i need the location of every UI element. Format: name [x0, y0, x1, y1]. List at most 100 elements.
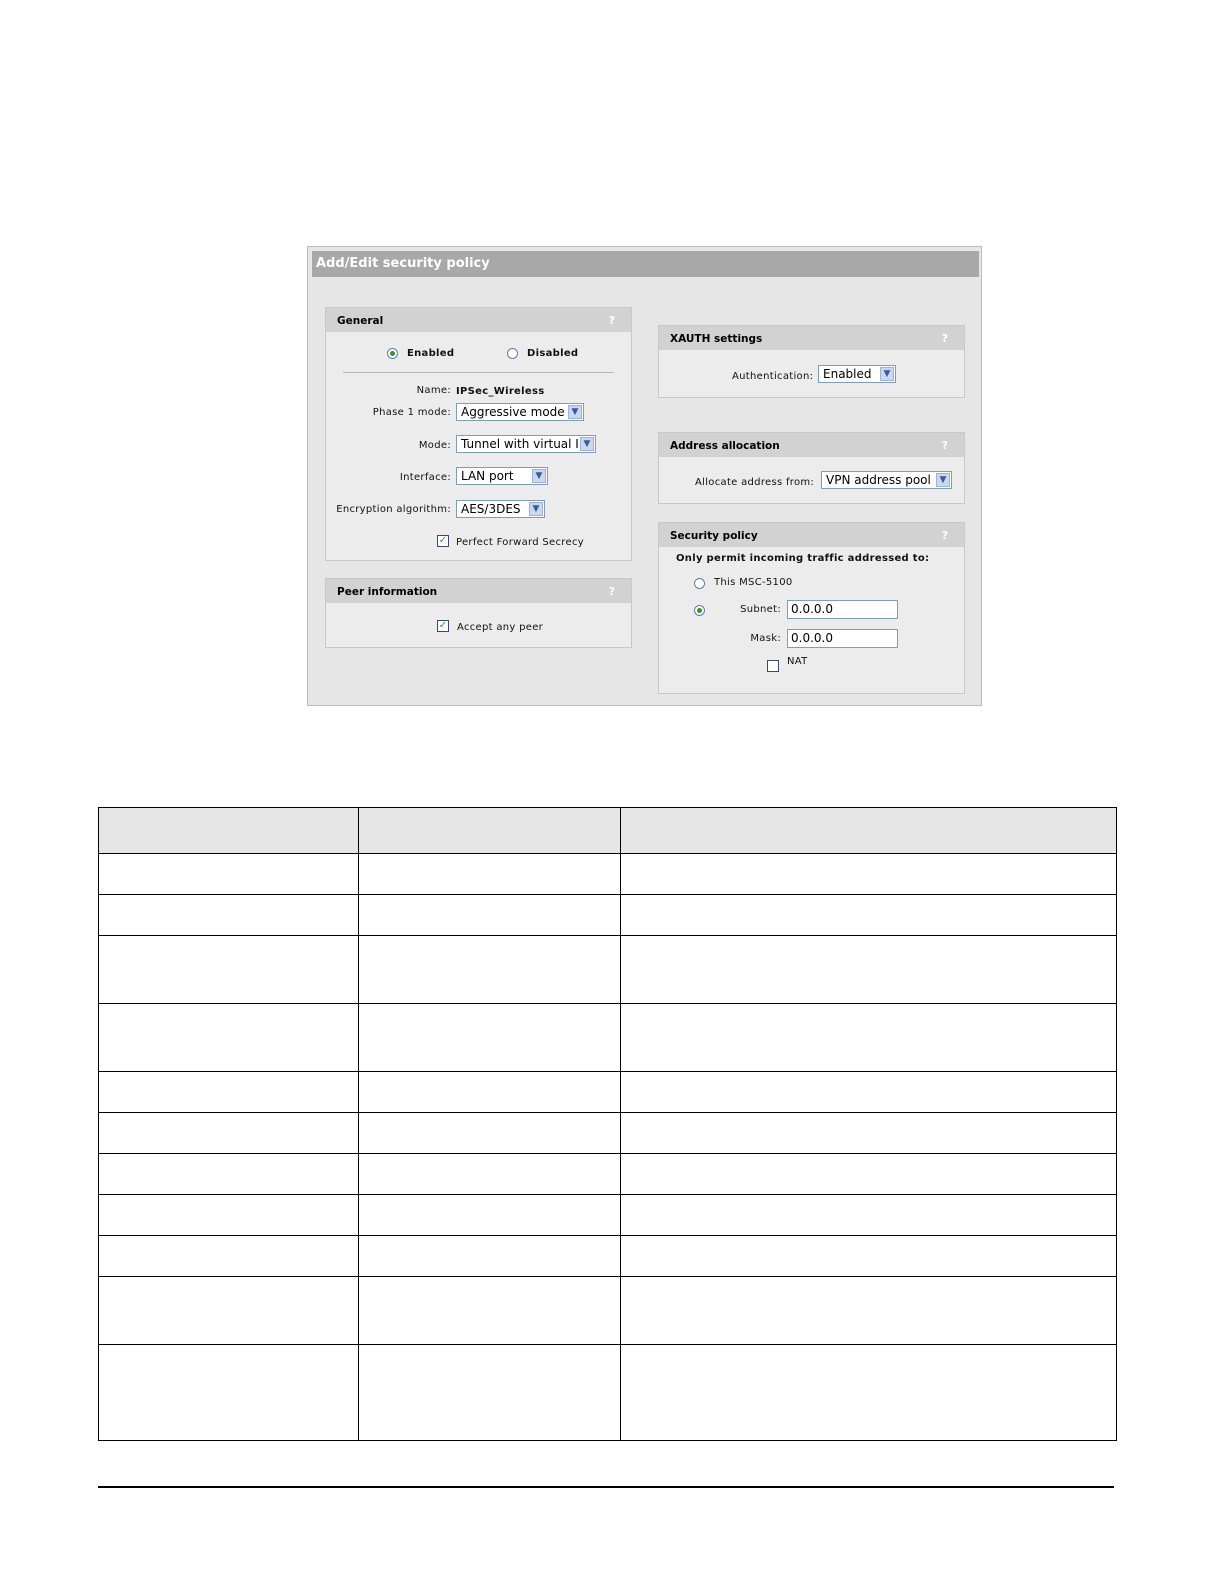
table-cell	[620, 1153, 1117, 1195]
table-cell	[620, 1276, 1117, 1345]
authentication-label: Authentication:	[732, 371, 814, 382]
help-icon[interactable]: ?	[609, 308, 615, 334]
table-cell	[98, 1194, 359, 1236]
mode-value: Tunnel with virtual IP	[461, 437, 587, 451]
chevron-down-icon: ▼	[936, 473, 950, 487]
table-cell	[358, 894, 621, 936]
permit-traffic-heading: Only permit incoming traffic addressed t…	[676, 553, 930, 564]
subnet-radio[interactable]	[694, 605, 705, 616]
table-cell	[358, 1194, 621, 1236]
window-title: Add/Edit security policy	[312, 251, 979, 277]
xauth-panel-header: XAUTH settings ?	[659, 326, 964, 350]
phase1-mode-label: Phase 1 mode:	[372, 407, 451, 418]
subnet-input[interactable]: 0.0.0.0	[787, 600, 898, 619]
nat-label: NAT	[787, 656, 808, 667]
table-cell	[358, 1071, 621, 1113]
table-cell	[620, 1194, 1117, 1236]
table-cell	[358, 853, 621, 895]
general-panel-header: General ?	[326, 308, 631, 332]
table-cell	[620, 1071, 1117, 1113]
interface-select[interactable]: LAN port ▼	[456, 467, 548, 485]
disabled-radio[interactable]	[507, 348, 518, 359]
help-icon[interactable]: ?	[609, 579, 615, 605]
encryption-value: AES/3DES	[461, 502, 521, 516]
table-cell	[620, 1112, 1117, 1154]
table-cell	[98, 853, 359, 895]
table-cell	[620, 1003, 1117, 1072]
phase1-mode-value: Aggressive mode	[461, 405, 565, 419]
table-row	[98, 1235, 1117, 1277]
phase1-mode-select[interactable]: Aggressive mode ▼	[456, 403, 584, 421]
security-panel-title: Security policy	[670, 530, 758, 542]
mask-label: Mask:	[750, 633, 781, 644]
mode-select[interactable]: Tunnel with virtual IP ▼	[456, 435, 596, 453]
table-header-cell	[620, 807, 1117, 854]
table-row	[98, 1194, 1117, 1236]
authentication-select[interactable]: Enabled ▼	[818, 365, 896, 383]
nat-checkbox[interactable]	[767, 660, 779, 672]
mask-input[interactable]: 0.0.0.0	[787, 629, 898, 648]
help-icon[interactable]: ?	[942, 433, 948, 459]
help-icon[interactable]: ?	[942, 523, 948, 549]
pfs-label: Perfect Forward Secrecy	[456, 537, 584, 548]
address-panel-title: Address allocation	[670, 440, 780, 452]
table-cell	[98, 1153, 359, 1195]
general-panel: General ? Enabled Disabled Name: IPSec_W…	[325, 307, 632, 561]
this-msc-label: This MSC-5100	[714, 577, 793, 588]
this-msc-radio[interactable]	[694, 578, 705, 589]
mode-label: Mode:	[418, 440, 451, 451]
accept-any-peer-label: Accept any peer	[457, 622, 544, 633]
chevron-down-icon: ▼	[532, 469, 546, 483]
table-row	[98, 1003, 1117, 1072]
table-cell	[98, 1276, 359, 1345]
allocate-address-select[interactable]: VPN address pool ▼	[821, 471, 952, 489]
settings-description-table	[98, 807, 1117, 1441]
table-cell	[98, 894, 359, 936]
footer-rule	[98, 1486, 1114, 1488]
authentication-value: Enabled	[823, 367, 872, 381]
encryption-label: Encryption algorithm:	[336, 504, 451, 515]
table-cell	[620, 1235, 1117, 1277]
table-row	[98, 1276, 1117, 1345]
table-row	[98, 1071, 1117, 1113]
table-header-cell	[358, 807, 621, 854]
xauth-panel-title: XAUTH settings	[670, 333, 763, 345]
table-row	[98, 1344, 1117, 1441]
enabled-label: Enabled	[407, 348, 455, 359]
table-header-cell	[98, 807, 359, 854]
accept-any-peer-checkbox[interactable]: ✓	[437, 620, 449, 632]
address-panel-header: Address allocation ?	[659, 433, 964, 457]
chevron-down-icon: ▼	[568, 405, 582, 419]
name-value: IPSec_Wireless	[456, 386, 545, 397]
table-cell	[358, 1344, 621, 1441]
interface-label: Interface:	[399, 472, 451, 483]
table-cell	[98, 1344, 359, 1441]
enabled-radio[interactable]	[387, 348, 398, 359]
table-cell	[620, 1344, 1117, 1441]
help-icon[interactable]: ?	[942, 326, 948, 352]
table-row	[98, 894, 1117, 936]
table-cell	[358, 1235, 621, 1277]
name-label: Name:	[416, 385, 451, 396]
address-allocation-panel: Address allocation ? Allocate address fr…	[658, 432, 965, 504]
table-row	[98, 1112, 1117, 1154]
chevron-down-icon: ▼	[880, 367, 894, 381]
table-cell	[358, 1003, 621, 1072]
security-panel-header: Security policy ?	[659, 523, 964, 547]
chevron-down-icon: ▼	[529, 502, 543, 516]
peer-panel-header: Peer information ?	[326, 579, 631, 603]
interface-value: LAN port	[461, 469, 514, 483]
peer-panel-title: Peer information	[337, 586, 438, 598]
general-panel-title: General	[337, 315, 384, 327]
table-cell	[98, 1071, 359, 1113]
pfs-checkbox[interactable]: ✓	[437, 535, 449, 547]
table-cell	[620, 853, 1117, 895]
table-cell	[358, 1112, 621, 1154]
general-divider	[343, 372, 614, 373]
encryption-select[interactable]: AES/3DES ▼	[456, 500, 545, 518]
chevron-down-icon: ▼	[580, 437, 594, 451]
table-cell	[98, 1112, 359, 1154]
table-row	[98, 853, 1117, 895]
allocate-address-value: VPN address pool	[826, 473, 931, 487]
table-cell	[620, 894, 1117, 936]
